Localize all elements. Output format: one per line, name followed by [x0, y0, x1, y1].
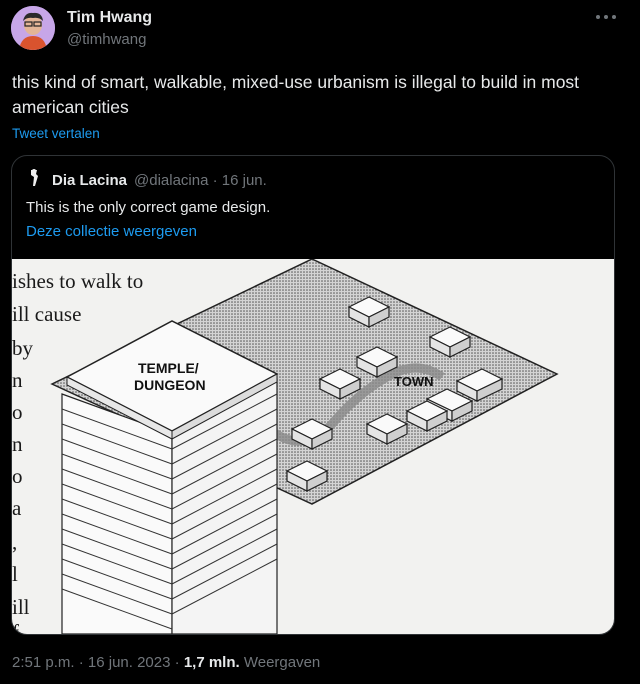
- book-line-1: ishes to walk to: [12, 269, 143, 293]
- quoted-tweet[interactable]: Dia Lacina @dialacina · 16 jun. This is …: [11, 155, 615, 635]
- book-line-5: o: [12, 400, 23, 424]
- footer-dot-2: ·: [174, 654, 180, 671]
- book-line-2: ill cause: [12, 302, 81, 326]
- book-line-3: by: [12, 336, 34, 360]
- quote-meta: @dialacina · 16 jun.: [134, 172, 267, 189]
- tweet-footer: 2:51 p.m. · 16 jun. 2023 · 1,7 mln. Weer…: [12, 654, 320, 671]
- author-name[interactable]: Tim Hwang: [67, 9, 152, 27]
- tweet-text: this kind of smart, walkable, mixed-use …: [12, 72, 580, 117]
- town-label: TOWN: [394, 374, 433, 389]
- quote-separator: ·: [212, 172, 218, 189]
- book-line-12: f: [12, 620, 19, 635]
- quote-date[interactable]: 16 jun.: [222, 172, 267, 189]
- book-line-4: n: [12, 368, 23, 392]
- quote-image[interactable]: ishes to walk to ill cause by n o n o a …: [12, 259, 614, 635]
- views-count[interactable]: 1,7 mln.: [184, 654, 240, 671]
- temple-label: TEMPLE/: [138, 360, 199, 376]
- tweet-time[interactable]: 2:51 p.m.: [12, 654, 75, 671]
- quote-author-name[interactable]: Dia Lacina: [52, 172, 127, 189]
- quote-text: This is the only correct game design.: [26, 199, 271, 216]
- book-line-7: o: [12, 464, 23, 488]
- tweet-date[interactable]: 16 jun. 2023: [88, 654, 171, 671]
- book-line-10: l: [12, 562, 18, 586]
- author-handle[interactable]: @timhwang: [67, 31, 146, 48]
- book-line-11: ill: [12, 595, 30, 619]
- views-label: Weergaven: [243, 654, 321, 671]
- avatar[interactable]: [11, 6, 55, 50]
- book-line-8: a: [12, 496, 22, 520]
- quote-avatar[interactable]: [25, 168, 45, 188]
- book-line-9: ,: [12, 530, 17, 554]
- collection-link[interactable]: Deze collectie weergeven: [26, 223, 197, 240]
- more-icon[interactable]: [596, 12, 616, 22]
- dungeon-label: DUNGEON: [134, 377, 206, 393]
- translate-link[interactable]: Tweet vertalen: [12, 126, 100, 141]
- quote-author-handle[interactable]: @dialacina: [134, 172, 208, 189]
- footer-dot: ·: [78, 654, 84, 671]
- book-line-6: n: [12, 432, 23, 456]
